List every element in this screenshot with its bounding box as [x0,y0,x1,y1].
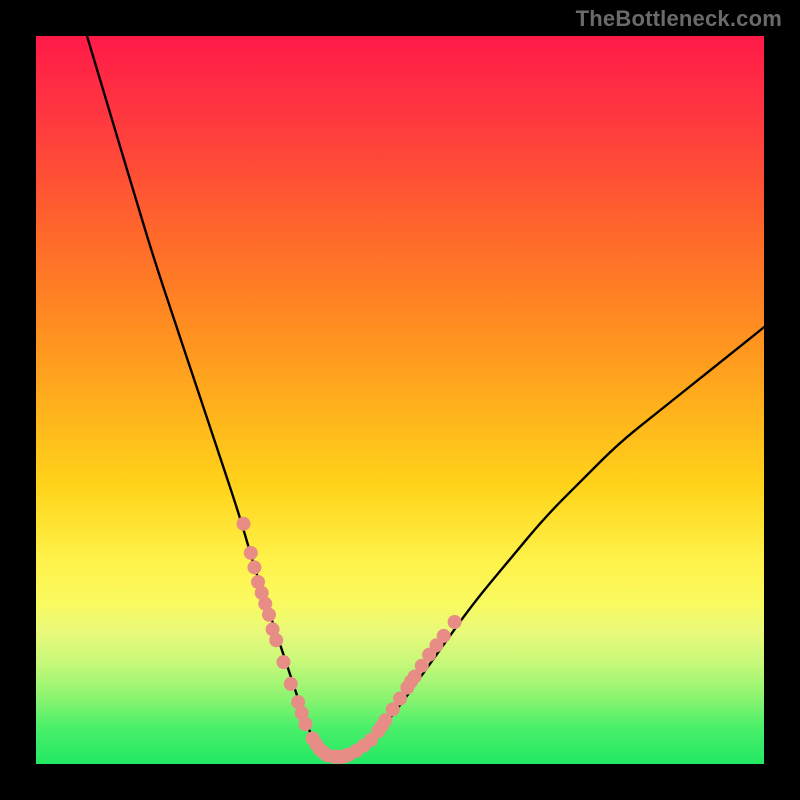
sample-dot [448,615,462,629]
sample-dot [437,629,451,643]
chart-svg-layer [36,36,764,764]
sample-dot [247,560,261,574]
plot-area [36,36,764,764]
sample-dot [269,633,283,647]
sample-dot [284,677,298,691]
chart-canvas: TheBottleneck.com [0,0,800,800]
sample-dot [277,655,291,669]
sample-dots-group [237,517,462,764]
sample-dot [244,546,258,560]
sample-dot [237,517,251,531]
bottleneck-curve [87,36,764,756]
sample-dot [298,717,312,731]
watermark-label: TheBottleneck.com [576,6,782,32]
sample-dot [262,608,276,622]
